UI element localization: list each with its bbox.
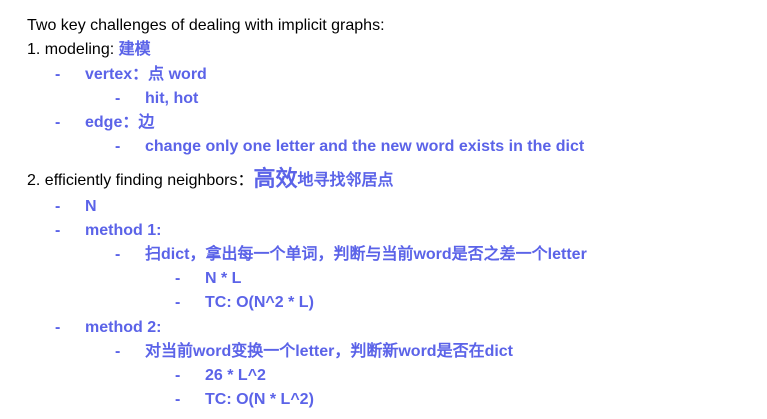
- document-page: Two key challenges of dealing with impli…: [0, 0, 767, 419]
- bullet-dash: -: [175, 391, 181, 408]
- bullet-dash: -: [115, 343, 121, 360]
- method-1-label: method 1:: [85, 222, 162, 239]
- vertex-item: vertex：点 word: [85, 66, 207, 83]
- method-1-description: 扫dict，拿出每一个单词，判断与当前word是否之差一个letter: [145, 246, 587, 263]
- section-2-label-cn: 地寻找邻居点: [297, 172, 394, 189]
- method-2-item: 26 * L^2: [205, 367, 266, 384]
- bullet-dash: -: [115, 90, 121, 107]
- section-1-label-cn: 建模: [118, 41, 151, 58]
- bullet-dash: -: [55, 66, 61, 83]
- bullet-dash: -: [175, 294, 181, 311]
- section-2-heading: 2. efficiently finding neighbors：高效地寻找邻居…: [27, 168, 394, 192]
- bullet-dash: -: [115, 246, 121, 263]
- method-2-description: 对当前word变换一个letter，判断新word是否在dict: [145, 343, 514, 360]
- section-1-heading: 1. modeling: 建模: [27, 39, 151, 61]
- bullet-dash: -: [115, 138, 121, 155]
- method-2-label: method 2:: [85, 319, 162, 336]
- section-1-label: 1. modeling:: [27, 41, 119, 58]
- method-1-item: TC: O(N^2 * L): [205, 294, 314, 311]
- method-2-item: TC: O(N * L^2): [205, 391, 314, 408]
- n-item: N: [85, 198, 97, 215]
- bullet-dash: -: [175, 367, 181, 384]
- vertex-example: hit, hot: [145, 90, 199, 107]
- bullet-dash: -: [55, 222, 61, 239]
- edge-item: edge：边: [85, 114, 155, 131]
- bullet-dash: -: [55, 198, 61, 215]
- edge-description: change only one letter and the new word …: [145, 138, 585, 155]
- bullet-dash: -: [55, 114, 61, 131]
- section-2-label: 2. efficiently finding neighbors：: [27, 172, 254, 189]
- document-heading: Two key challenges of dealing with impli…: [27, 17, 385, 34]
- bullet-dash: -: [175, 270, 181, 287]
- section-2-label-big: 高效: [253, 166, 298, 191]
- bullet-dash: -: [55, 319, 61, 336]
- method-1-item: N * L: [205, 270, 242, 287]
